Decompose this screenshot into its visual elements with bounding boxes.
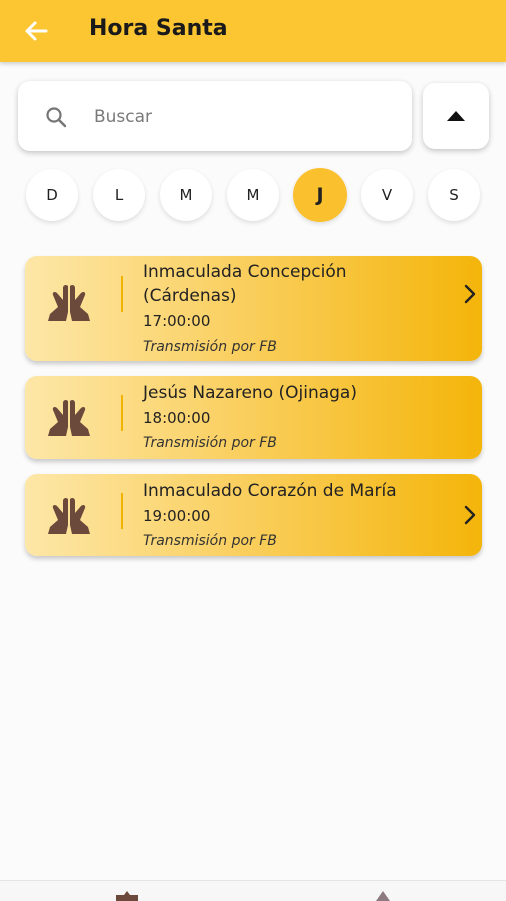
arrow-left-icon — [25, 21, 48, 41]
event-name: Jesús Nazareno (Ojinaga) — [143, 383, 357, 403]
praying-hands-icon — [48, 284, 90, 321]
event-time: 17:00:00 — [143, 312, 211, 330]
day-tuesday[interactable]: M — [160, 169, 212, 221]
chevron-right-icon — [464, 505, 476, 525]
bottom-navigation — [0, 880, 506, 901]
triangle-up-icon — [447, 111, 465, 121]
day-friday[interactable]: V — [361, 169, 413, 221]
event-note: Transmisión por FB — [143, 339, 277, 355]
card-divider — [121, 395, 123, 431]
event-note: Transmisión por FB — [143, 533, 277, 549]
day-wednesday[interactable]: M — [227, 169, 279, 221]
event-time: 18:00:00 — [143, 409, 211, 427]
event-time: 19:00:00 — [143, 507, 211, 525]
day-monday[interactable]: L — [93, 169, 145, 221]
page-title: Hora Santa — [89, 16, 228, 41]
event-card[interactable]: Inmaculada Concepción (Cárdenas) 17:00:0… — [25, 256, 482, 361]
day-thursday[interactable]: J — [293, 168, 347, 222]
card-divider — [121, 276, 123, 312]
card-divider — [121, 493, 123, 529]
back-button[interactable] — [20, 15, 52, 47]
day-saturday[interactable]: S — [428, 169, 480, 221]
search-bar — [18, 81, 412, 151]
event-name: Inmaculada Concepción (Cárdenas) — [143, 262, 347, 306]
praying-hands-icon — [48, 399, 90, 436]
event-name: Inmaculado Corazón de María — [143, 481, 397, 501]
collapse-button[interactable] — [423, 83, 489, 149]
day-sunday[interactable]: D — [26, 169, 78, 221]
search-input[interactable] — [92, 99, 396, 135]
search-icon — [46, 107, 67, 128]
event-card[interactable]: Jesús Nazareno (Ojinaga) 18:00:00 Transm… — [25, 376, 482, 459]
chevron-right-icon — [464, 284, 476, 304]
praying-hands-icon — [48, 497, 90, 534]
app-bar: Hora Santa — [0, 0, 506, 62]
event-note: Transmisión por FB — [143, 435, 277, 451]
weekday-selector: D L M M J V S — [0, 168, 506, 224]
event-card[interactable]: Inmaculado Corazón de María 19:00:00 Tra… — [25, 474, 482, 556]
